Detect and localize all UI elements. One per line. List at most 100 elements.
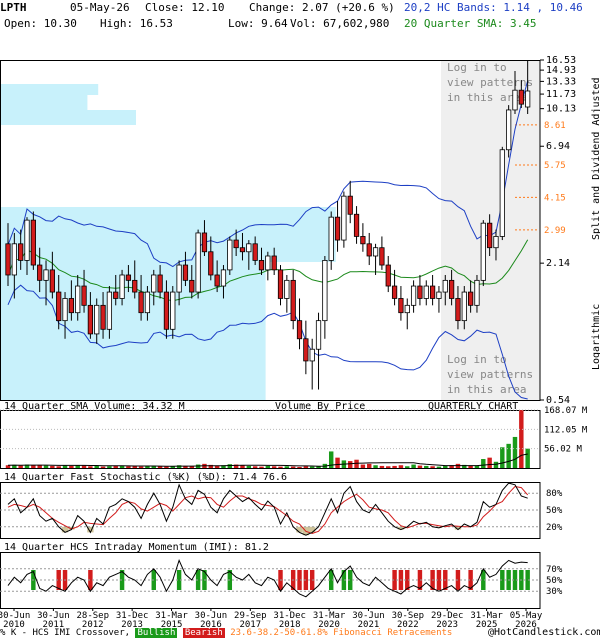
candle-body bbox=[18, 243, 24, 261]
y-tick-label: 13.33 bbox=[546, 76, 576, 87]
candle-body bbox=[163, 291, 170, 330]
symbol: LPTH bbox=[0, 1, 27, 14]
candle-body bbox=[214, 274, 220, 287]
volume-bar bbox=[62, 465, 68, 468]
stoch-tick-label: 20% bbox=[546, 523, 563, 533]
volume-bar bbox=[271, 466, 277, 468]
volume-bar bbox=[309, 466, 315, 468]
volume-bar bbox=[284, 466, 290, 468]
candle-body bbox=[360, 236, 366, 245]
candle-body bbox=[68, 298, 74, 314]
candle-body bbox=[113, 291, 119, 299]
candle-body bbox=[442, 279, 448, 293]
y-tick-label: 0.54 bbox=[546, 395, 570, 406]
candle-body bbox=[284, 279, 290, 299]
volume-tick-label: 56.02 M bbox=[544, 445, 583, 455]
volume-title: 14 Quarter SMA Volume: 34.32 M bbox=[4, 401, 185, 412]
imi-tick-label: 50% bbox=[546, 576, 563, 586]
volume-tick-label: 112.05 M bbox=[544, 425, 588, 435]
candle-body bbox=[252, 243, 258, 261]
y-tick-label: 14.93 bbox=[546, 65, 576, 76]
bullish-badge: Bullish bbox=[135, 628, 178, 638]
candle-body bbox=[157, 274, 163, 293]
candle-body bbox=[119, 274, 125, 299]
candle-body bbox=[144, 291, 151, 314]
volume-by-price-bar bbox=[1, 95, 88, 110]
candle-body bbox=[512, 89, 518, 111]
candle-body bbox=[220, 269, 227, 287]
candle-body bbox=[328, 216, 334, 261]
candle-body bbox=[372, 247, 379, 257]
date: 05-May-26 bbox=[70, 1, 130, 14]
volume-bar bbox=[392, 465, 397, 468]
candle-body bbox=[100, 304, 106, 330]
candle-body bbox=[176, 264, 182, 293]
stoch-tick-label: 80% bbox=[546, 489, 563, 499]
candle-body bbox=[296, 320, 303, 340]
pattern-note: Log in to bbox=[447, 353, 507, 366]
close-value: Close: 12.10 bbox=[145, 1, 225, 14]
y-tick-label: 2.14 bbox=[546, 258, 570, 269]
volume-bar bbox=[50, 465, 55, 468]
candle-body bbox=[506, 109, 512, 151]
candle-body bbox=[398, 298, 404, 314]
y-tick-label: 6.94 bbox=[546, 141, 570, 152]
volume-bar bbox=[297, 466, 302, 468]
volume-bar bbox=[347, 461, 353, 468]
volume-bar bbox=[443, 465, 448, 468]
volume-bar bbox=[481, 459, 486, 468]
fib-label: 2.99 bbox=[544, 226, 566, 236]
imi-tick-label: 70% bbox=[546, 565, 563, 575]
fib-legend: 23.6-38.2-50-61.8% Fibonacci Retracement… bbox=[230, 628, 453, 638]
volume-bar bbox=[252, 466, 258, 468]
volume-bar bbox=[88, 466, 93, 468]
volume-bar bbox=[69, 465, 74, 468]
candle-body bbox=[379, 247, 385, 266]
candle-body bbox=[265, 255, 271, 271]
y-tick-label: 10.13 bbox=[546, 104, 576, 115]
candle-body bbox=[239, 247, 246, 253]
volume-bar bbox=[265, 465, 271, 468]
chart-period-label: QUARTERLY CHART bbox=[428, 401, 518, 412]
volume-bar bbox=[398, 465, 404, 468]
candle-body bbox=[468, 291, 474, 306]
volume-bar bbox=[290, 466, 296, 468]
candle-body bbox=[290, 279, 296, 322]
stoch-tick-label: 50% bbox=[546, 506, 563, 516]
candle-body bbox=[366, 243, 372, 257]
imi-tick-label: 30% bbox=[546, 587, 563, 597]
candle-body bbox=[518, 89, 524, 105]
volume-bar bbox=[436, 466, 442, 468]
volume-bar bbox=[411, 464, 416, 468]
volume-bar bbox=[474, 465, 480, 468]
candle-body bbox=[385, 264, 391, 287]
candle-body bbox=[208, 251, 214, 276]
candle-body bbox=[125, 274, 132, 281]
y-axis-label-2: Logarithmic bbox=[591, 304, 600, 370]
candle-body bbox=[499, 149, 505, 237]
candle-body bbox=[56, 291, 62, 322]
volume-tick-label: 168.07 M bbox=[544, 406, 588, 416]
candle-body bbox=[37, 264, 43, 281]
volume-bar bbox=[493, 461, 499, 468]
candle-body bbox=[429, 285, 436, 299]
candle-body bbox=[334, 216, 341, 241]
volume-bar bbox=[424, 465, 429, 468]
stoch-k-line bbox=[7, 482, 528, 536]
candle-body bbox=[106, 291, 113, 330]
candle-body bbox=[271, 255, 277, 271]
volume-bar bbox=[379, 465, 385, 468]
candle-body bbox=[461, 291, 467, 322]
candle-body bbox=[474, 279, 480, 306]
footer-prefix: % K - HCS IMI Crossover, bbox=[0, 628, 131, 638]
candle-body bbox=[233, 239, 239, 249]
panel-frame bbox=[0, 410, 541, 469]
volume-bar bbox=[500, 447, 505, 468]
volume-bar bbox=[506, 443, 511, 468]
candle-body bbox=[43, 269, 49, 281]
imi-title: 14 Quarter HCS Intraday Momentum (IMI): … bbox=[4, 542, 269, 553]
candle-body bbox=[258, 260, 265, 271]
stoch-oversold-fill bbox=[296, 526, 303, 533]
volume-bar bbox=[367, 463, 372, 468]
volume-bar bbox=[94, 465, 99, 468]
